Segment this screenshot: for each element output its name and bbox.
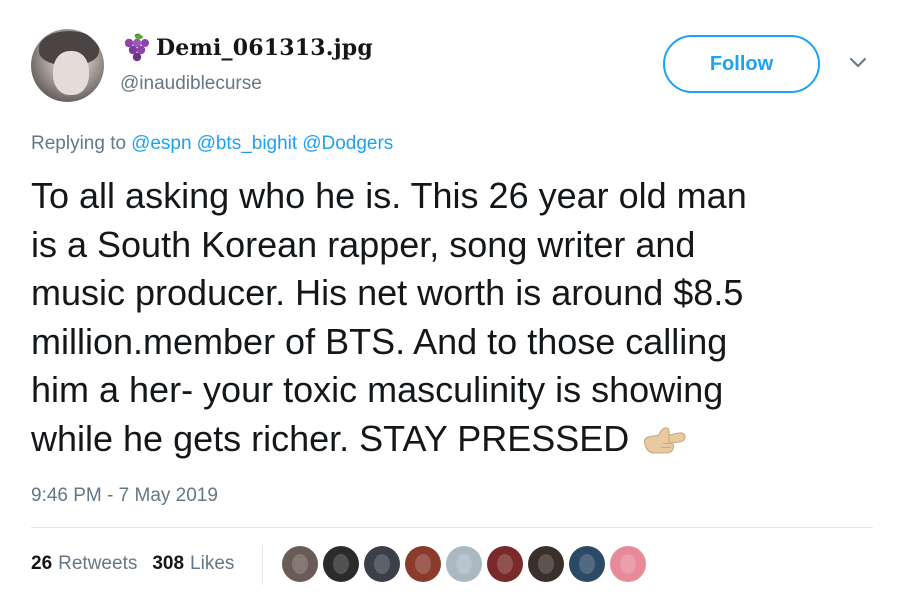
retweets-count: 26 — [31, 553, 53, 574]
likers-avatars — [282, 546, 646, 582]
stats-separator — [262, 545, 263, 585]
tweet-text-line: million.member of BTS. And to those call… — [31, 320, 728, 362]
liker-avatar[interactable] — [487, 546, 523, 582]
replying-prefix: Replying to — [31, 133, 127, 154]
mention-link[interactable]: @espn — [131, 133, 192, 155]
liker-avatar[interactable] — [610, 546, 646, 582]
liker-avatar[interactable] — [364, 546, 400, 582]
liker-avatar[interactable] — [569, 546, 605, 582]
tweet-text-line: is a South Korean rapper, song writer an… — [31, 223, 696, 265]
tweet-stats: 26 Retweets 308 Likes — [31, 553, 249, 575]
liker-avatar[interactable] — [323, 546, 359, 582]
tweet-timestamp[interactable]: 9:46 PM - 7 May 2019 — [31, 485, 218, 507]
avatar[interactable] — [31, 29, 104, 102]
liker-avatar[interactable] — [446, 546, 482, 582]
retweets-stat[interactable]: 26 Retweets — [31, 553, 137, 575]
replying-to: Replying to @espn @bts_bighit @Dodgers — [31, 133, 393, 155]
tweet-text-line: him a her- your toxic masculinity is sho… — [31, 369, 724, 410]
likes-label: Likes — [190, 553, 235, 574]
divider — [31, 527, 873, 528]
user-name-row[interactable]: Demi_061313.jpg — [120, 33, 373, 63]
likes-stat[interactable]: 308 Likes — [152, 553, 234, 575]
mention-link[interactable]: @Dodgers — [302, 133, 393, 155]
liker-avatar[interactable] — [405, 546, 441, 582]
display-name[interactable]: Demi_061313.jpg — [156, 35, 373, 61]
user-handle[interactable]: @inaudiblecurse — [120, 73, 262, 95]
likes-count: 308 — [152, 553, 185, 574]
tweet-text-line-last: while he gets richer. STAY PRESSED — [31, 415, 861, 464]
mention-link[interactable]: @bts_bighit — [197, 133, 298, 155]
tweet-text-line: To all asking who he is. This 26 year ol… — [31, 175, 747, 216]
retweets-label: Retweets — [58, 553, 138, 574]
tweet-text-line: while he gets richer. STAY PRESSED — [31, 417, 630, 459]
call-me-hand-emoji-icon — [644, 426, 686, 453]
tweet-text: To all asking who he is. This 26 year ol… — [31, 172, 861, 463]
grape-icon — [124, 33, 149, 62]
liker-avatar[interactable] — [282, 546, 318, 582]
liker-avatar[interactable] — [528, 546, 564, 582]
tweet-card: Demi_061313.jpg @inaudiblecurse Follow R… — [0, 0, 903, 603]
chevron-down-icon[interactable] — [848, 56, 868, 70]
follow-button[interactable]: Follow — [663, 35, 820, 93]
tweet-text-line: music producer. His net worth is around … — [31, 272, 744, 313]
